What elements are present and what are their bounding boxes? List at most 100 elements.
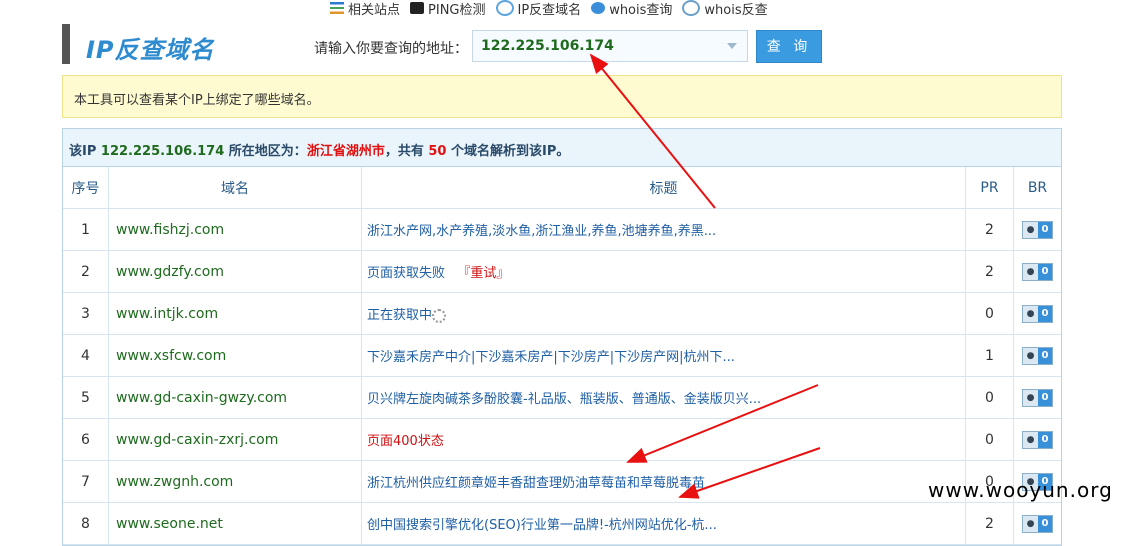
paw-icon: ● [1023, 389, 1038, 406]
row-br: ● 0 [1013, 250, 1061, 293]
br-value: 0 [1038, 221, 1052, 238]
br-badge[interactable]: ● 0 [1022, 388, 1053, 407]
row-title-text[interactable]: 正在获取中 [367, 308, 432, 323]
row-number: 6 [63, 418, 109, 461]
row-number: 1 [63, 208, 109, 251]
paw-icon: ● [1023, 221, 1038, 238]
loading-spinner-icon [432, 308, 447, 323]
row-domain[interactable]: www.intjk.com [108, 292, 362, 335]
nav-label: PING检测 [428, 2, 486, 18]
domain-table: 序号 域名 标题 PR BR 1 www.fishzj.com 浙江水产网,水产养殖… [63, 167, 1061, 545]
row-pr: 0 [965, 292, 1014, 335]
nav-related-sites[interactable]: 相关站点 [330, 0, 400, 18]
search-label: 请输入你要查询的地址： [314, 41, 468, 57]
br-value: 0 [1038, 305, 1052, 322]
row-title-text[interactable]: 贝兴牌左旋肉碱茶多酚胶囊-礼品版、瓶装版、普通版、金装版贝兴... [367, 392, 761, 407]
row-title-text[interactable]: 下沙嘉禾房产中介|下沙嘉禾房产|下沙房产|下沙房产网|杭州下... [367, 350, 735, 365]
br-value: 0 [1038, 515, 1052, 532]
summary-count: 50 [428, 144, 447, 159]
row-pr: 2 [965, 502, 1014, 545]
row-title: 创中国搜索引擎优化(SEO)行业第一品牌!-杭州网站优化-杭... [361, 502, 966, 545]
whois-reverse-icon [682, 0, 701, 16]
summary-prefix: 该IP [69, 144, 101, 159]
search-box [472, 30, 748, 62]
row-domain[interactable]: www.gd-caxin-zxrj.com [108, 418, 362, 461]
br-badge[interactable]: ● 0 [1022, 304, 1053, 323]
row-title: 页面获取失败 『重试』 [361, 250, 966, 293]
watermark: www.wooyun.org [928, 478, 1113, 502]
table-row: 8 www.seone.net 创中国搜索引擎优化(SEO)行业第一品牌!-杭州网站… [63, 502, 1061, 545]
nav-ping[interactable]: PING检测 [410, 0, 486, 18]
row-number: 7 [63, 460, 109, 503]
table-row: 3 www.intjk.com 正在获取中 0 ● 0 [63, 292, 1061, 335]
header-domain: 域名 [108, 167, 362, 209]
ip-lookup-icon [495, 0, 514, 16]
row-title: 浙江杭州供应红颜章姬丰香甜查理奶油草莓苗和草莓脱毒苗 [361, 460, 966, 503]
table-row: 6 www.gd-caxin-zxrj.com 页面400状态 0 ● 0 [63, 418, 1061, 461]
br-value: 0 [1038, 431, 1052, 448]
br-badge[interactable]: ● 0 [1022, 430, 1053, 449]
nav-whois-reverse[interactable]: whois反查 [682, 0, 768, 18]
row-domain[interactable]: www.fishzj.com [108, 208, 362, 251]
row-domain[interactable]: www.zwgnh.com [108, 460, 362, 503]
table-row: 7 www.zwgnh.com 浙江杭州供应红颜章姬丰香甜查理奶油草莓苗和草莓脱毒苗… [63, 460, 1061, 503]
chevron-down-icon[interactable] [727, 43, 737, 49]
paw-icon: ● [1023, 305, 1038, 322]
row-br: ● 0 [1013, 292, 1061, 335]
summary-mid: 所在地区为： [224, 144, 307, 159]
nav-label: whois反查 [704, 2, 768, 18]
row-domain[interactable]: www.gd-caxin-gwzy.com [108, 376, 362, 419]
retry-link[interactable]: 『重试』 [457, 266, 509, 281]
row-title-text[interactable]: 页面获取失败 [367, 266, 445, 281]
row-number: 2 [63, 250, 109, 293]
row-title: 下沙嘉禾房产中介|下沙嘉禾房产|下沙房产|下沙房产网|杭州下... [361, 334, 966, 377]
header-num: 序号 [63, 167, 109, 209]
row-pr: 0 [965, 418, 1014, 461]
row-title: 正在获取中 [361, 292, 966, 335]
result-summary: 该IP 122.225.106.174 所在地区为：浙江省湖州市，共有 50 个… [63, 129, 1061, 167]
notice-text: 本工具可以查看某个IP上绑定了哪些域名。 [74, 93, 320, 108]
row-br: ● 0 [1013, 334, 1061, 377]
row-title-text[interactable]: 创中国搜索引擎优化(SEO)行业第一品牌!-杭州网站优化-杭... [367, 518, 717, 533]
row-title-text[interactable]: 浙江杭州供应红颜章姬丰香甜查理奶油草莓苗和草莓脱毒苗 [367, 476, 705, 491]
table-row: 1 www.fishzj.com 浙江水产网,水产养殖,淡水鱼,浙江渔业,养鱼,池塘… [63, 208, 1061, 251]
title-accent-bar [62, 24, 70, 64]
query-button[interactable]: 查 询 [756, 30, 822, 63]
row-title-text[interactable]: 页面400状态 [367, 434, 444, 449]
whois-icon [591, 2, 606, 14]
nav-whois[interactable]: whois查询 [591, 0, 672, 18]
br-badge[interactable]: ● 0 [1022, 514, 1053, 533]
ping-icon [410, 2, 425, 14]
br-value: 0 [1038, 389, 1052, 406]
row-title: 贝兴牌左旋肉碱茶多酚胶囊-礼品版、瓶装版、普通版、金装版贝兴... [361, 376, 966, 419]
row-domain[interactable]: www.gdzfy.com [108, 250, 362, 293]
br-value: 0 [1038, 347, 1052, 364]
row-title-text[interactable]: 浙江水产网,水产养殖,淡水鱼,浙江渔业,养鱼,池塘养鱼,养黑... [367, 224, 716, 239]
row-number: 3 [63, 292, 109, 335]
result-panel: 该IP 122.225.106.174 所在地区为：浙江省湖州市，共有 50 个… [62, 128, 1062, 546]
row-br: ● 0 [1013, 208, 1061, 251]
notice-box: 本工具可以查看某个IP上绑定了哪些域名。 [62, 75, 1062, 118]
summary-ip: 122.225.106.174 [100, 144, 225, 159]
row-number: 8 [63, 502, 109, 545]
row-domain[interactable]: www.xsfcw.com [108, 334, 362, 377]
paw-icon: ● [1023, 515, 1038, 532]
header-br: BR [1013, 167, 1061, 209]
summary-mid2: ，共有 [384, 144, 429, 159]
br-badge[interactable]: ● 0 [1022, 220, 1053, 239]
row-domain[interactable]: www.seone.net [108, 502, 362, 545]
br-badge[interactable]: ● 0 [1022, 262, 1053, 281]
ip-search-input[interactable] [473, 31, 721, 61]
nav-label: IP反查域名 [517, 2, 582, 18]
nav-ip-lookup[interactable]: IP反查域名 [495, 0, 582, 18]
br-badge[interactable]: ● 0 [1022, 346, 1053, 365]
nav-label: whois查询 [609, 2, 673, 18]
table-header-row: 序号 域名 标题 PR BR [63, 167, 1061, 209]
header-pr: PR [965, 167, 1014, 209]
row-number: 5 [63, 376, 109, 419]
row-title: 浙江水产网,水产养殖,淡水鱼,浙江渔业,养鱼,池塘养鱼,养黑... [361, 208, 966, 251]
row-br: ● 0 [1013, 376, 1061, 419]
row-pr: 2 [965, 208, 1014, 251]
summary-suffix: 个域名解析到该IP。 [446, 144, 570, 159]
table-row: 5 www.gd-caxin-gwzy.com 贝兴牌左旋肉碱茶多酚胶囊-礼品版、瓶… [63, 376, 1061, 419]
